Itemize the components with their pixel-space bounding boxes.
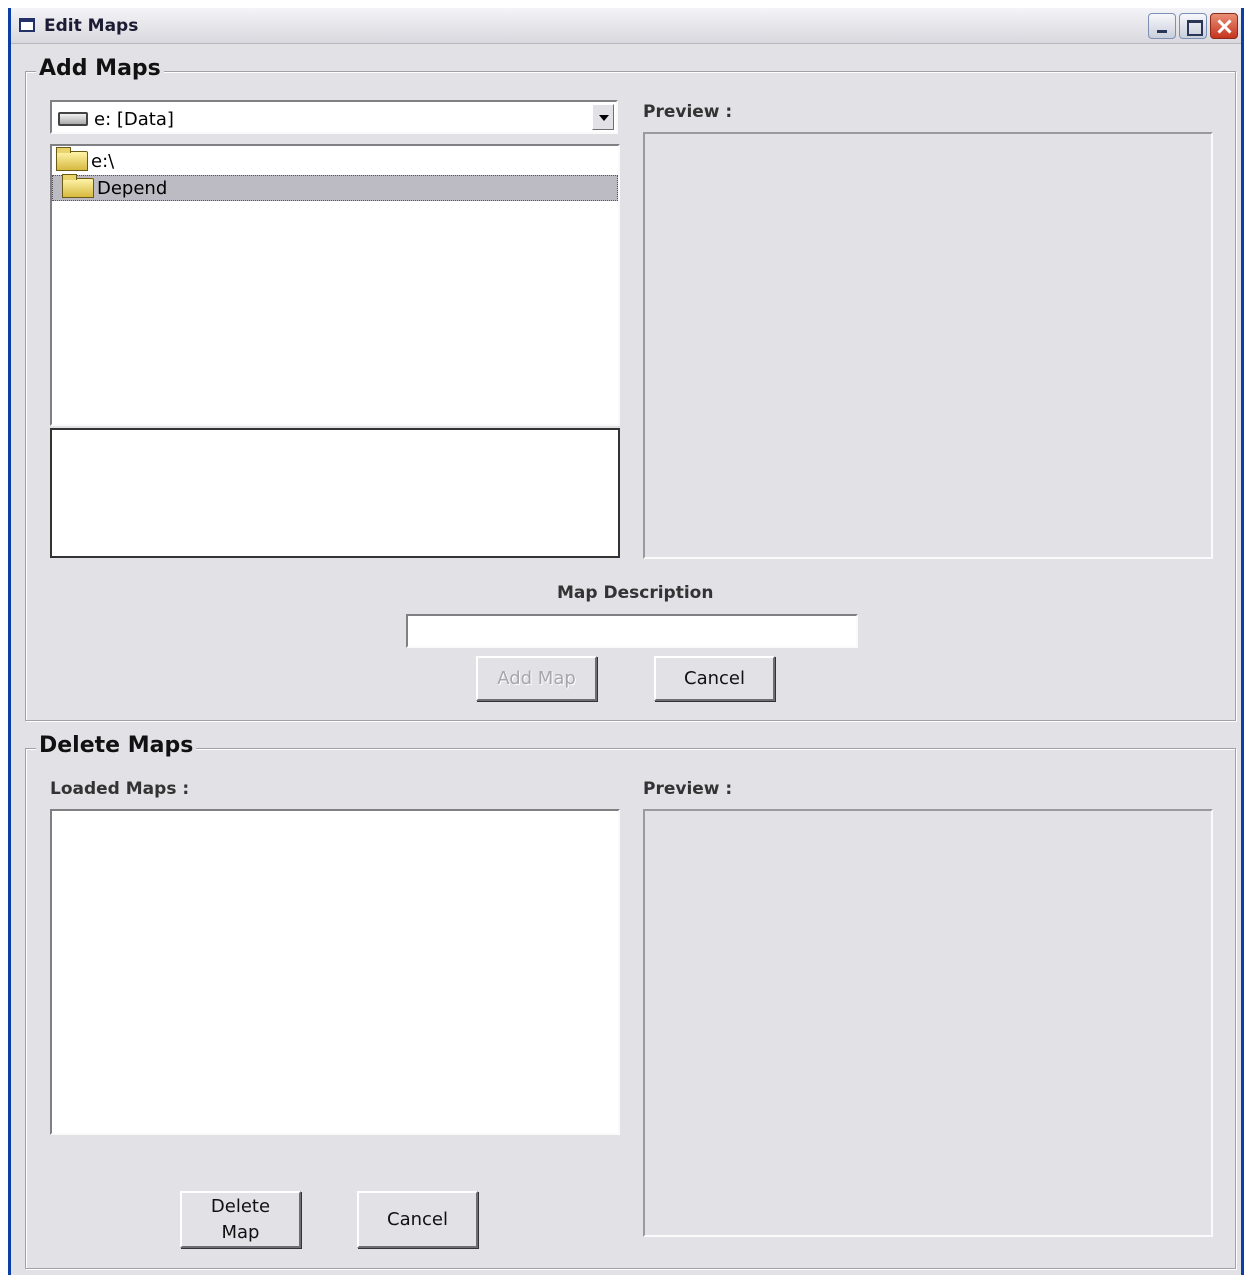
map-description-label: Map Description — [557, 583, 714, 603]
open-folder-icon — [56, 147, 88, 171]
delete-cancel-button-label: Cancel — [387, 1208, 448, 1230]
add-map-button-label: Add Map — [497, 667, 576, 689]
delete-cancel-button[interactable]: Cancel — [357, 1191, 478, 1248]
add-maps-legend: Add Maps — [36, 56, 164, 81]
title-bar[interactable]: Edit Maps — [11, 8, 1241, 44]
tree-item-drive-root[interactable]: e:\ — [56, 147, 616, 174]
add-preview-pane — [643, 132, 1213, 559]
minimize-button[interactable] — [1148, 13, 1176, 39]
delete-maps-legend: Delete Maps — [36, 733, 197, 758]
window-title: Edit Maps — [44, 16, 139, 36]
drive-select[interactable]: e: [Data] — [50, 100, 618, 134]
add-maps-group: Add Maps e: [Data] e:\ Depend Preview : … — [25, 56, 1236, 721]
open-folder-icon — [62, 174, 94, 198]
drive-select-label: e: [Data] — [94, 108, 174, 130]
tree-item-label: Depend — [97, 177, 168, 199]
add-map-button[interactable]: Add Map — [476, 656, 597, 701]
loaded-maps-label: Loaded Maps : — [50, 779, 190, 799]
loaded-maps-list[interactable] — [50, 809, 620, 1135]
tree-item-depend[interactable]: Depend — [52, 174, 618, 201]
tree-item-label: e:\ — [91, 150, 115, 172]
delete-maps-group: Delete Maps Loaded Maps : Preview : Dele… — [25, 733, 1236, 1269]
edit-maps-window: Edit Maps Add Maps e: [Data] e:\ Depend — [8, 8, 1244, 1275]
drive-select-value: e: [Data] — [58, 107, 174, 131]
delete-preview-label: Preview : — [643, 779, 733, 799]
chevron-down-icon[interactable] — [592, 104, 614, 130]
directory-tree[interactable]: e:\ Depend — [50, 144, 620, 426]
file-list[interactable] — [50, 428, 620, 558]
delete-map-button[interactable]: Delete Map — [180, 1191, 301, 1248]
map-description-input[interactable] — [406, 614, 858, 648]
add-preview-label: Preview : — [643, 102, 733, 122]
maximize-button[interactable] — [1179, 13, 1207, 39]
app-window-icon — [19, 18, 35, 32]
delete-map-button-label: Delete Map — [210, 1195, 271, 1243]
add-cancel-button[interactable]: Cancel — [654, 656, 775, 701]
drive-icon — [58, 112, 88, 126]
delete-preview-pane — [643, 809, 1213, 1237]
add-cancel-button-label: Cancel — [684, 667, 745, 689]
close-button[interactable] — [1210, 13, 1238, 39]
